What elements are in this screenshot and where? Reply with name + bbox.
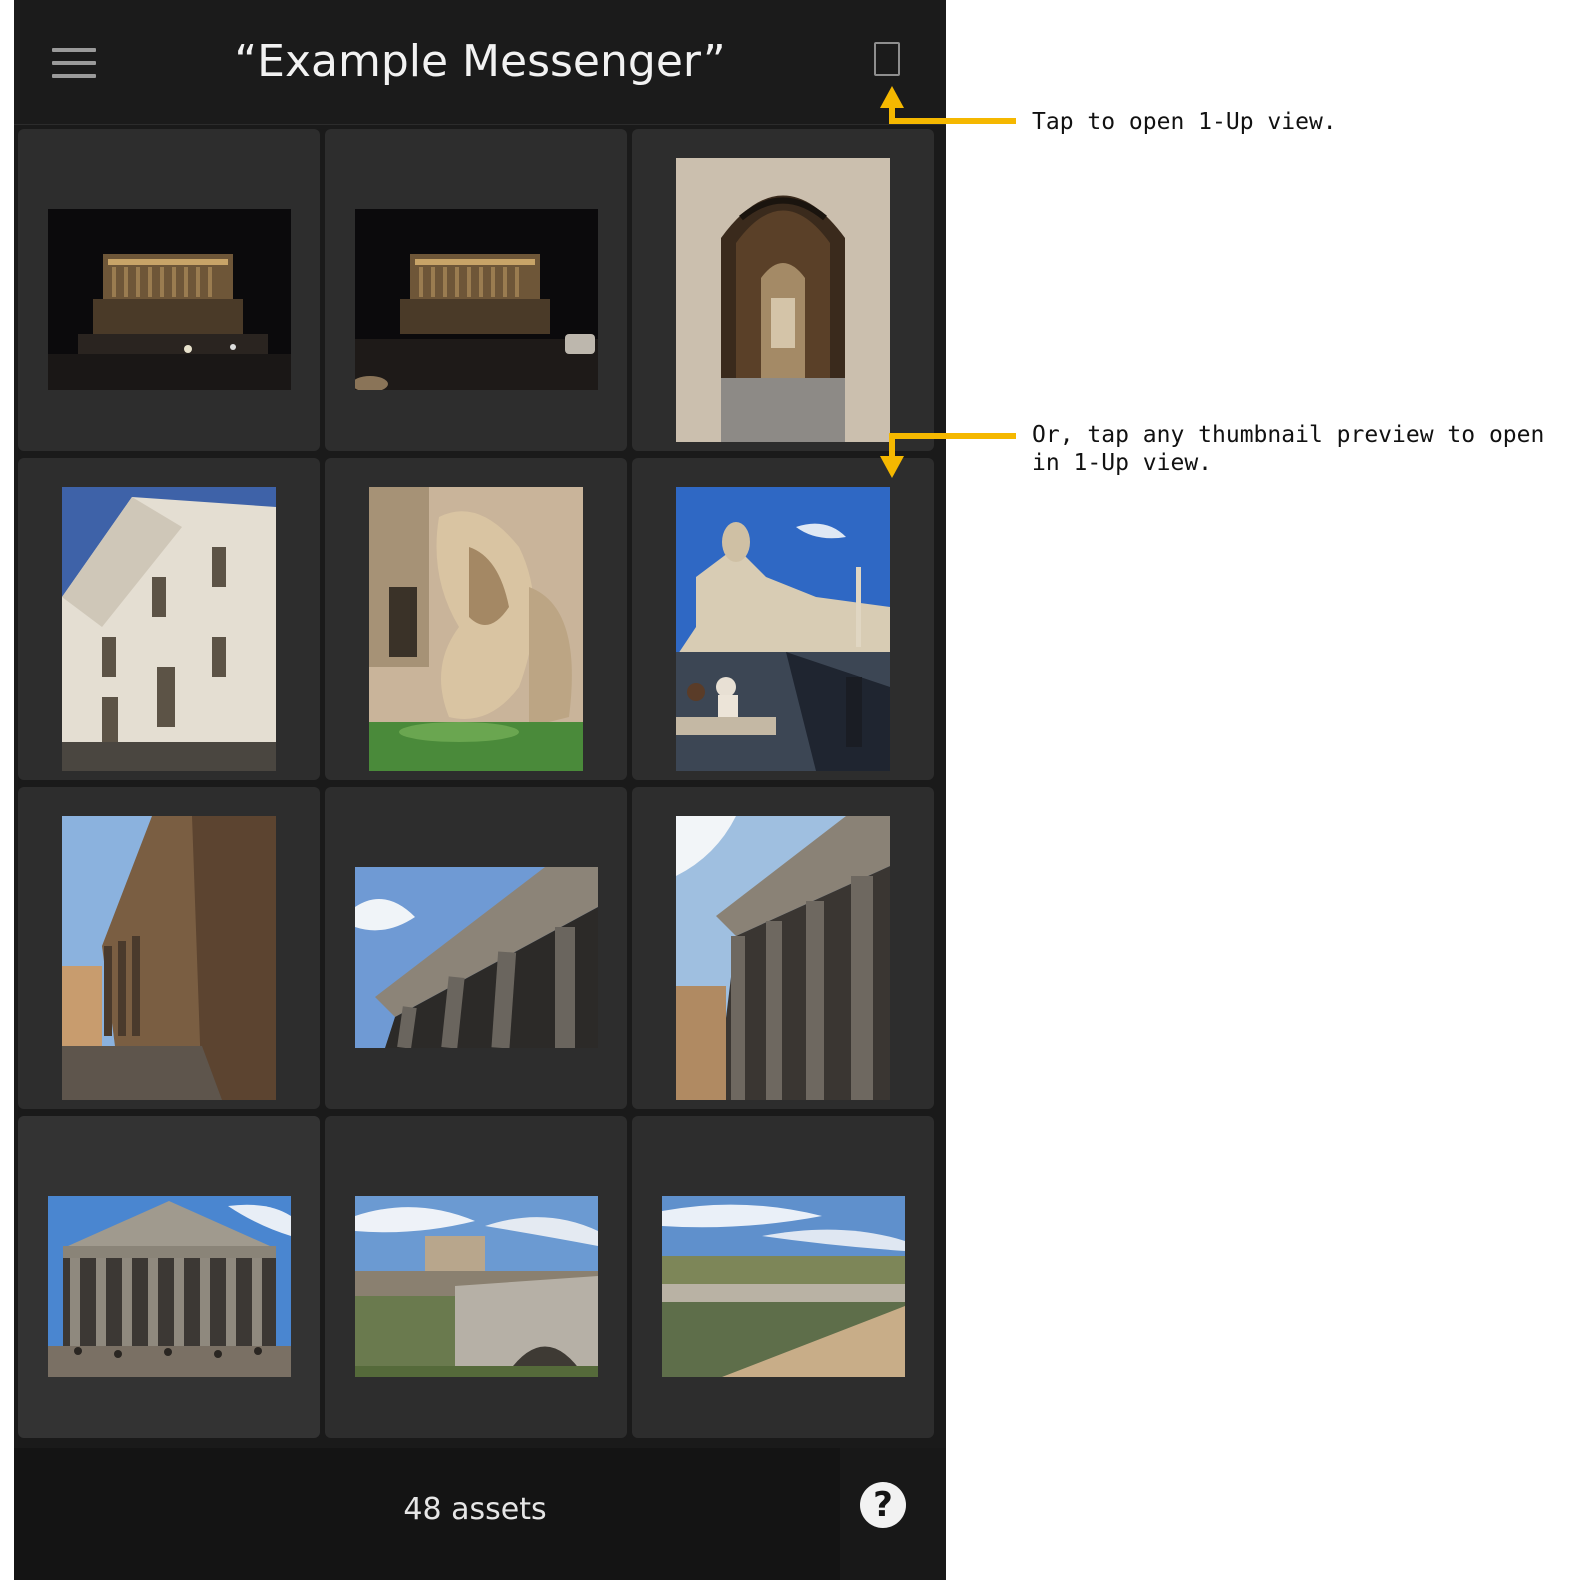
thumbnail-piazza-navona[interactable] [676, 487, 890, 771]
thumbnail-pantheon-front[interactable] [48, 1196, 291, 1377]
annotation-thumbnail-line2: in 1-Up view. [1032, 450, 1213, 476]
arrow-up-icon [880, 86, 904, 108]
thumbnail-cell[interactable] [632, 129, 934, 451]
thumbnail-cell[interactable] [632, 458, 934, 780]
thumbnail-church-facade[interactable] [62, 487, 276, 771]
arrow-down-icon [880, 456, 904, 478]
thumbnail-tiber-river[interactable] [662, 1196, 905, 1377]
app-title: “Example Messenger” [234, 36, 726, 87]
thumbnail-cell[interactable] [18, 1116, 320, 1438]
thumbnail-pantheon-columns[interactable] [676, 816, 890, 1100]
thumbnail-pantheon-portico[interactable] [355, 867, 598, 1048]
thumbnail-grid [18, 129, 940, 1449]
help-zone: ? [840, 1448, 946, 1580]
thumbnail-pantheon-side[interactable] [62, 816, 276, 1100]
bottom-bar: 48 assets ? [14, 1448, 946, 1580]
thumbnail-cell[interactable] [18, 129, 320, 451]
thumbnail-cell[interactable] [632, 787, 934, 1109]
annotation-thumbnail-line1: Or, tap any thumbnail preview to open [1032, 422, 1545, 448]
thumbnail-cell[interactable] [325, 787, 627, 1109]
annotation-oneup-text: Tap to open 1-Up view. [1032, 109, 1337, 135]
thumbnail-cell[interactable] [632, 1116, 934, 1438]
one-up-view-button[interactable] [874, 42, 900, 76]
thumbnail-cell[interactable] [325, 458, 627, 780]
thumbnail-vittoriano-night-2[interactable] [355, 209, 598, 390]
annotation-arrow-thumbnail-stem [889, 433, 895, 457]
thumbnail-cell[interactable] [325, 129, 627, 451]
annotation-thumbnail-text: Or, tap any thumbnail preview to open in… [1032, 421, 1544, 477]
thumbnail-cell[interactable] [18, 458, 320, 780]
thumbnail-cell[interactable] [18, 787, 320, 1109]
phone-screen: “Example Messenger” 48 assets ? [14, 0, 946, 1580]
thumbnail-arched-doorway[interactable] [676, 158, 890, 442]
help-icon[interactable]: ? [860, 1482, 906, 1528]
annotation-arrow-oneup [892, 118, 1016, 124]
asset-count: 48 assets [403, 1492, 547, 1527]
thumbnail-vittoriano-night[interactable] [48, 209, 291, 390]
thumbnail-cell[interactable] [325, 1116, 627, 1438]
thumbnail-fountain-statue[interactable] [369, 487, 583, 771]
annotation-arrow-thumbnail [892, 433, 1016, 439]
thumbnail-castel-sant-angelo[interactable] [355, 1196, 598, 1377]
top-bar: “Example Messenger” [14, 0, 946, 125]
